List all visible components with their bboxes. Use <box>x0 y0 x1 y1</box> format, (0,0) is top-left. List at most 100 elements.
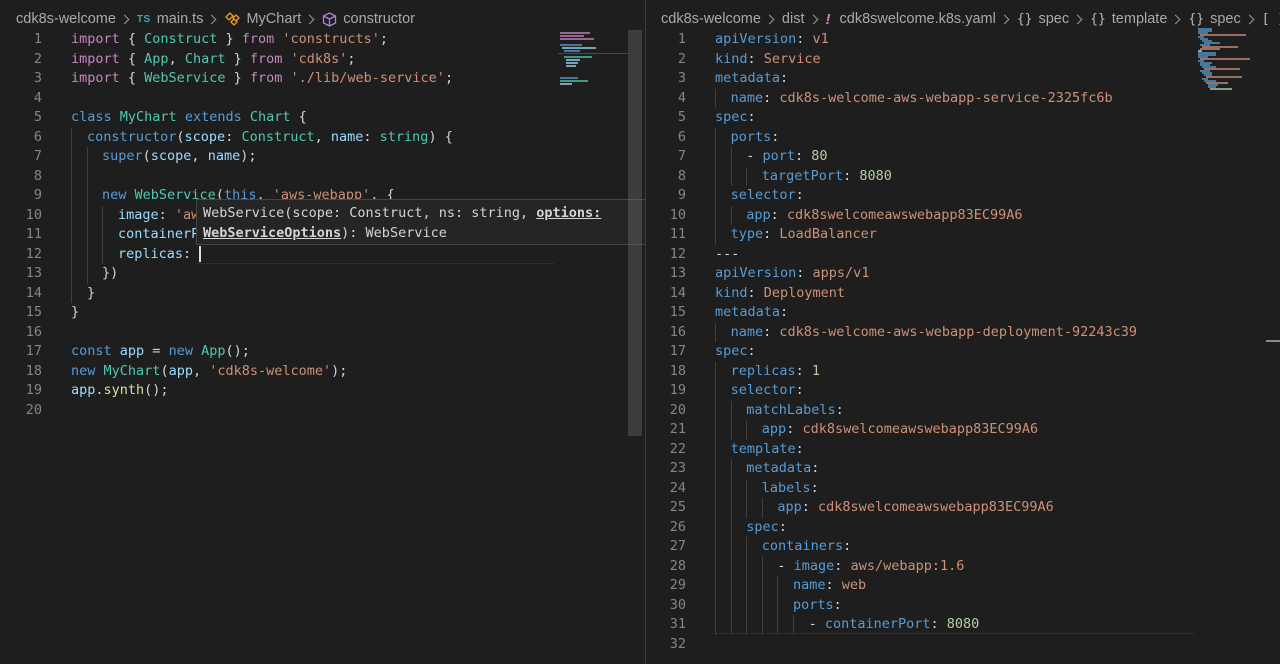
code-line: 1 import { Construct } from 'constructs'; <box>0 30 645 50</box>
yaml-value: 8080 <box>859 167 892 184</box>
cube-icon <box>322 11 343 27</box>
indent-guide <box>730 595 732 615</box>
yaml-value: cdk8swelcomeawswebapp83EC99A6 <box>802 421 1039 437</box>
breadcrumb-template[interactable]: {} template <box>1090 11 1167 27</box>
yaml-value: apps/v1 <box>812 265 870 281</box>
yaml-key: spec <box>715 343 748 359</box>
line-number: 16 <box>25 323 42 340</box>
breadcrumb-member[interactable]: constructor <box>322 11 415 27</box>
indent-guide <box>715 322 716 342</box>
breadcrumb-template-spec[interactable]: {} spec <box>1188 11 1240 27</box>
code-editor[interactable]: 1 apiVersion: v1 2 kind: Service 3 metadata: 4… <box>646 30 1280 654</box>
yaml-value: Deployment <box>763 284 846 301</box>
indent-guide <box>730 615 732 635</box>
indent-guide <box>761 615 763 635</box>
yaml-value: cdk8s-welcome-aws-webapp-deployment-9224… <box>779 323 1137 340</box>
braces-icon: {} <box>1188 11 1205 27</box>
yaml-value: Service <box>763 50 821 67</box>
line-number: 3 <box>33 70 42 86</box>
code-line: 12 --- <box>646 245 1280 265</box>
yaml-key: metadata <box>715 70 781 86</box>
indent-guide <box>715 439 716 459</box>
indent-guide <box>777 595 779 615</box>
indent-guide <box>715 186 716 206</box>
line-number: 20 <box>25 401 42 418</box>
indent-guide <box>715 537 716 557</box>
indent-guide <box>715 517 716 537</box>
line-number: 17 <box>669 343 686 359</box>
line-number: 15 <box>669 304 686 320</box>
line-number: 1 <box>677 31 686 47</box>
yaml-value: aws/webapp:1.6 <box>850 557 965 574</box>
indent-guide <box>730 205 732 225</box>
code-line: 9 selector: <box>646 186 1280 206</box>
yaml-key: apiVersion <box>715 265 797 281</box>
breadcrumb-file[interactable]: ! cdk8swelcome.k8s.yaml <box>826 11 996 28</box>
signature-help-tooltip[interactable]: WebService(scope: Construct, ns: string,… <box>196 199 645 245</box>
indent-guide <box>746 478 748 498</box>
yaml-key: name <box>730 89 764 106</box>
breadcrumb-file[interactable]: TS main.ts <box>137 11 204 27</box>
line-number: 24 <box>669 479 686 496</box>
line-number: 13 <box>669 265 686 281</box>
line-number: 20 <box>669 401 686 418</box>
yaml-key: containers <box>761 538 844 554</box>
line-number: 21 <box>669 421 686 437</box>
code-line: 16 name: cdk8s-welcome-aws-webapp-deploym… <box>646 322 1280 342</box>
minimap[interactable] <box>1196 26 1276 98</box>
breadcrumb-subfolder[interactable]: dist <box>782 11 805 27</box>
yaml-key: labels <box>761 479 811 496</box>
line-number: 13 <box>25 265 42 281</box>
indent-guide <box>715 595 716 615</box>
line-number: 30 <box>669 596 686 613</box>
minimap[interactable] <box>558 30 628 90</box>
typescript-file-icon: TS <box>136 13 151 25</box>
code-line: 14 kind: Deployment <box>646 284 1280 304</box>
line-number: 27 <box>669 538 686 554</box>
yaml-file-icon: ! <box>825 10 831 28</box>
breadcrumb-class[interactable]: MyChart <box>224 11 301 27</box>
code-line: 16 <box>0 323 645 343</box>
indent-guide <box>715 556 716 576</box>
indent-guide <box>715 498 716 518</box>
text-cursor <box>199 245 201 262</box>
line-number: 2 <box>677 50 686 67</box>
yaml-key: spec <box>746 518 779 535</box>
yaml-key: containerPort <box>824 616 931 632</box>
indent-guide <box>746 556 748 576</box>
code-line: 30 ports: <box>646 595 1280 615</box>
breadcrumb-folder[interactable]: cdk8s-welcome <box>661 11 761 27</box>
line-number: 19 <box>669 382 686 398</box>
line-number: 19 <box>25 382 42 398</box>
indent-guide <box>793 615 794 635</box>
line-number: 22 <box>669 440 686 457</box>
line-number: 31 <box>669 616 686 632</box>
code-line: 15} <box>0 303 645 323</box>
yaml-key: app <box>746 206 771 223</box>
code-line: 13 apiVersion: apps/v1 <box>646 264 1280 284</box>
breadcrumb-containers[interactable]: [ ] co <box>1262 11 1280 27</box>
line-number: 32 <box>669 635 686 652</box>
code-line: 2 import { App, Chart } from 'cdk8s'; <box>0 50 645 70</box>
yaml-key: name <box>730 323 764 340</box>
left-editor-pane[interactable]: cdk8s-welcome TS main.ts MyChart constru… <box>0 0 645 664</box>
yaml-key: ports <box>793 596 834 613</box>
braces-icon: {} <box>1090 11 1106 27</box>
chevron-right-icon <box>808 14 818 24</box>
yaml-key: kind <box>715 50 748 67</box>
indent-guide <box>715 127 716 147</box>
code-line: 17 const app = new App(); <box>0 342 645 362</box>
code-line: 8 targetPort: 8080 <box>646 166 1280 186</box>
line-number: 10 <box>25 206 42 223</box>
breadcrumb-folder[interactable]: cdk8s-welcome <box>16 11 116 27</box>
indent-guide <box>715 478 716 498</box>
line-number: 18 <box>25 362 42 379</box>
vertical-scrollbar[interactable] <box>628 30 642 436</box>
breadcrumb-spec[interactable]: {} spec <box>1017 11 1069 27</box>
right-editor-pane[interactable]: cdk8s-welcome dist ! cdk8swelcome.k8s.ya… <box>646 0 1280 664</box>
line-number: 7 <box>33 148 42 164</box>
code-line: 4 <box>0 89 645 109</box>
indent-guide <box>761 498 763 518</box>
line-number: 11 <box>669 226 686 242</box>
line-number: 23 <box>669 460 686 476</box>
